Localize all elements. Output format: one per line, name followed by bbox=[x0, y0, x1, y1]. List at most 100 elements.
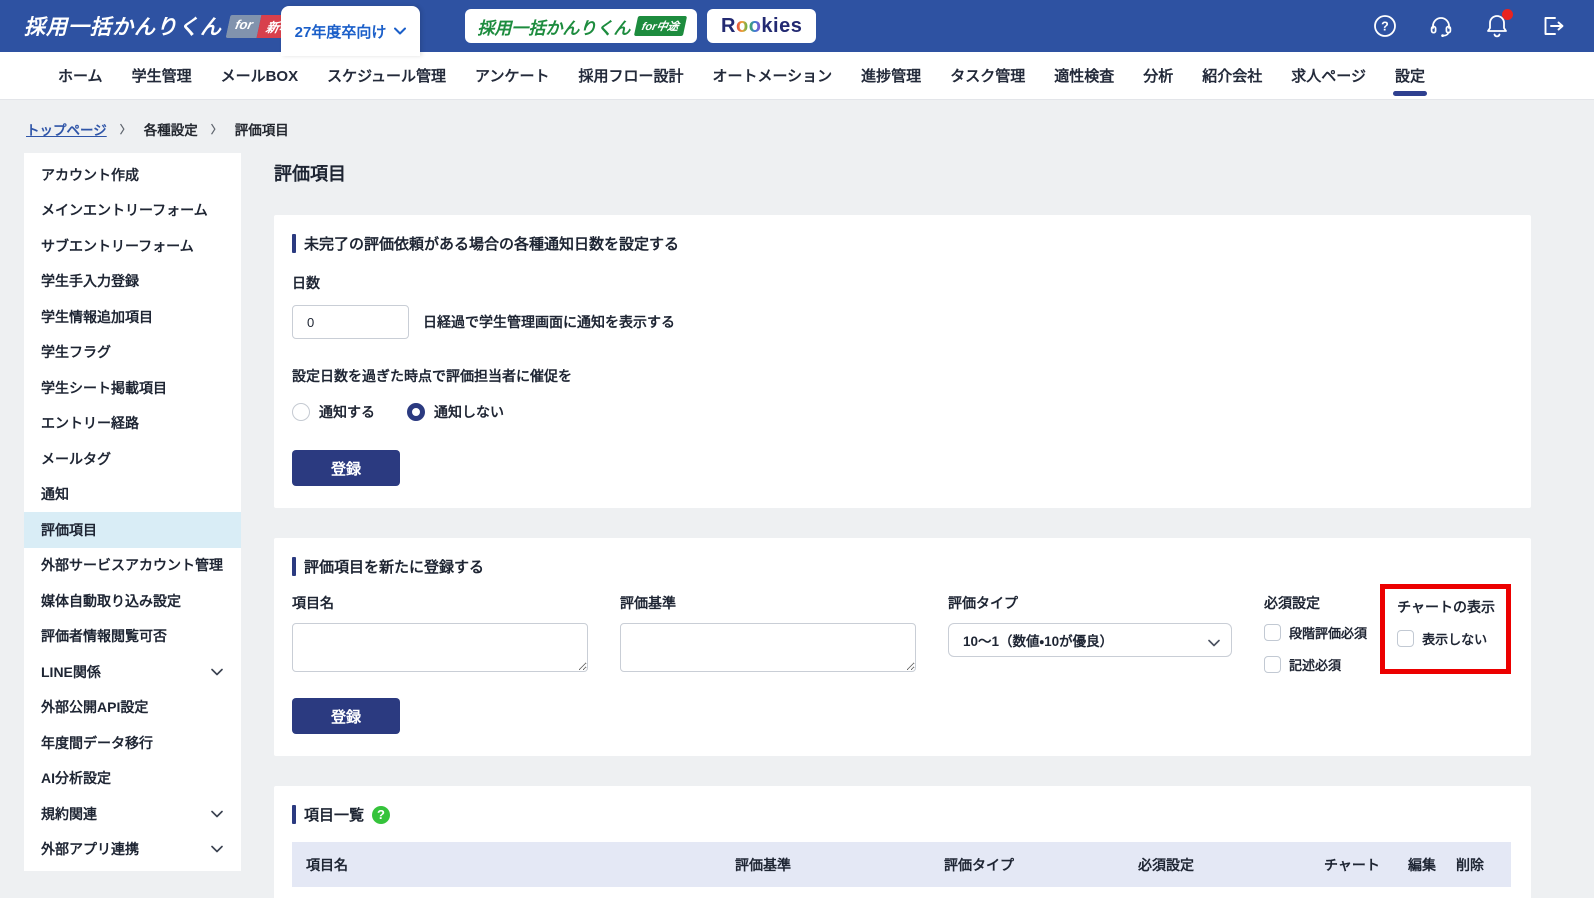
sidebar-item-mail-tags[interactable]: メールタグ bbox=[24, 441, 241, 477]
nav-item-referral[interactable]: 紹介会社 bbox=[1202, 52, 1262, 100]
sidebar-item-ai-analysis[interactable]: AI分析設定 bbox=[24, 761, 241, 797]
checkbox-description-required[interactable]: 記述必須 bbox=[1264, 655, 1379, 674]
chevron-down-icon bbox=[211, 668, 223, 676]
eval-type-label: 評価タイプ bbox=[948, 595, 1018, 611]
header-icon-group: ? bbox=[1372, 9, 1566, 39]
nav-item-mailbox[interactable]: メールBOX bbox=[221, 52, 299, 100]
new-item-submit-button[interactable]: 登録 bbox=[292, 698, 400, 734]
nav-item-aptitude[interactable]: 適性検査 bbox=[1054, 52, 1114, 100]
nav-item-analysis[interactable]: 分析 bbox=[1143, 52, 1173, 100]
sidebar-item-external-accounts[interactable]: 外部サービスアカウント管理 bbox=[24, 548, 241, 584]
top-header: 採用一括かんりくん for 新卒 27年度卒向け 採用一括かんりくん for中途… bbox=[0, 0, 1594, 56]
sidebar-item-external-apps[interactable]: 外部アプリ連携 bbox=[24, 832, 241, 868]
notifications-bell-icon[interactable] bbox=[1484, 9, 1513, 39]
chevron-down-icon bbox=[1208, 635, 1220, 650]
required-settings-label: 必須設定 bbox=[1264, 595, 1320, 611]
sidebar-item-sub-entry-form[interactable]: サブエントリーフォーム bbox=[24, 228, 241, 264]
criteria-textarea[interactable] bbox=[620, 623, 916, 672]
breadcrumb-settings: 各種設定 bbox=[143, 123, 198, 138]
sidebar-item-student-extra-fields[interactable]: 学生情報追加項目 bbox=[24, 299, 241, 335]
sidebar-item-student-flags[interactable]: 学生フラグ bbox=[24, 335, 241, 371]
sidebar-item-notifications[interactable]: 通知 bbox=[24, 477, 241, 513]
item-name-textarea[interactable] bbox=[292, 623, 588, 672]
sidebar-item-student-sheet-fields[interactable]: 学生シート掲載項目 bbox=[24, 370, 241, 406]
nav-item-settings[interactable]: 設定 bbox=[1395, 52, 1425, 100]
checkbox-hide-chart[interactable]: 表示しない bbox=[1397, 629, 1495, 648]
rookies-infinity-mark: oo bbox=[735, 14, 762, 37]
column-eval-type: 評価タイプ bbox=[944, 856, 1014, 873]
nav-item-progress[interactable]: 進捗管理 bbox=[861, 52, 921, 100]
chevron-down-icon bbox=[211, 810, 223, 818]
column-chart: チャート bbox=[1324, 856, 1380, 873]
settings-sidebar: アカウント作成 メインエントリーフォーム サブエントリーフォーム 学生手入力登録… bbox=[24, 153, 241, 871]
breadcrumb-separator: 〉 bbox=[210, 124, 222, 136]
remind-radio-group: 通知する 通知しない bbox=[292, 402, 1511, 422]
criteria-label: 評価基準 bbox=[620, 595, 676, 611]
sidebar-item-account-create[interactable]: アカウント作成 bbox=[24, 157, 241, 193]
nav-item-students[interactable]: 学生管理 bbox=[132, 52, 192, 100]
nav-item-automation[interactable]: オートメーション bbox=[712, 52, 832, 100]
item-name-label: 項目名 bbox=[292, 595, 334, 611]
notification-badge-dot bbox=[1502, 9, 1513, 20]
page-title: 評価項目 bbox=[274, 164, 346, 184]
sidebar-item-year-data-migration[interactable]: 年度間データ移行 bbox=[24, 725, 241, 761]
chevron-down-icon bbox=[211, 845, 223, 853]
remind-label: 設定日数を過ぎた時点で評価担当者に催促を bbox=[292, 368, 572, 384]
breadcrumb-top-page[interactable]: トップページ bbox=[26, 119, 107, 139]
nav-item-flow-design[interactable]: 採用フロー設計 bbox=[578, 52, 683, 100]
days-label: 日数 bbox=[292, 275, 320, 291]
column-criteria: 評価基準 bbox=[735, 856, 791, 873]
radio-no-notify[interactable]: 通知しない bbox=[407, 402, 504, 422]
sidebar-item-evaluation-items[interactable]: 評価項目 bbox=[24, 512, 241, 548]
nav-item-home[interactable]: ホーム bbox=[58, 52, 103, 100]
column-item-name: 項目名 bbox=[306, 856, 348, 873]
main-nav: ホーム 学生管理 メールBOX スケジュール管理 アンケート 採用フロー設計 オ… bbox=[0, 52, 1594, 100]
new-item-heading: 評価項目を新たに登録する bbox=[304, 559, 485, 576]
app-logo-rookies[interactable]: Roo kies bbox=[707, 9, 817, 43]
item-list-heading: 項目一覧 bbox=[304, 807, 365, 824]
svg-text:?: ? bbox=[1381, 19, 1389, 33]
radio-circle-unchecked bbox=[292, 403, 310, 421]
sidebar-item-line[interactable]: LINE関係 bbox=[24, 654, 241, 690]
section-accent-bar bbox=[292, 557, 296, 576]
notify-settings-card: 未完了の評価依頼がある場合の各種通知日数を設定する 日数 日経過で学生管理画面に… bbox=[274, 215, 1531, 508]
sidebar-item-main-entry-form[interactable]: メインエントリーフォーム bbox=[24, 193, 241, 229]
section-accent-bar bbox=[292, 805, 296, 824]
eval-type-select[interactable]: 10〜1（数値・10が優良） bbox=[948, 623, 1232, 657]
checkbox-unchecked bbox=[1397, 630, 1415, 647]
help-icon[interactable]: ? bbox=[1372, 13, 1398, 39]
notify-submit-button[interactable]: 登録 bbox=[292, 450, 400, 486]
app-logo-text: 採用一括かんりくん bbox=[24, 16, 222, 39]
chevron-down-icon bbox=[394, 22, 407, 40]
breadcrumb: トップページ 〉 各種設定 〉 評価項目 bbox=[0, 100, 1594, 153]
app-logo-chuto[interactable]: 採用一括かんりくん for中途 bbox=[465, 9, 698, 43]
chart-display-highlight-box: チャートの表示 表示しない bbox=[1380, 584, 1511, 674]
workspace-year-dropdown[interactable]: 27年度卒向け bbox=[281, 6, 420, 56]
days-input[interactable] bbox=[292, 305, 409, 339]
item-list-table-header: 項目名 評価基準 評価タイプ 必須設定 チャート 編集 削除 bbox=[292, 842, 1511, 887]
radio-circle-checked bbox=[407, 403, 425, 421]
sidebar-item-evaluator-visibility[interactable]: 評価者情報閲覧可否 bbox=[24, 619, 241, 655]
new-item-card: 評価項目を新たに登録する 項目名 評価基準 評価タイプ 10〜1（数値・10が優… bbox=[274, 538, 1531, 756]
checkbox-unchecked bbox=[1264, 656, 1281, 673]
radio-notify[interactable]: 通知する bbox=[292, 402, 375, 422]
nav-item-survey[interactable]: アンケート bbox=[475, 52, 549, 100]
checkbox-stage-required[interactable]: 段階評価必須 bbox=[1264, 623, 1379, 642]
support-headset-icon[interactable] bbox=[1428, 13, 1454, 39]
sidebar-item-public-api[interactable]: 外部公開API設定 bbox=[24, 690, 241, 726]
notify-card-heading: 未完了の評価依頼がある場合の各種通知日数を設定する bbox=[304, 236, 680, 253]
checkbox-unchecked bbox=[1264, 624, 1281, 641]
list-help-icon[interactable]: ? bbox=[372, 805, 391, 824]
app-logo-shinsotsu[interactable]: 採用一括かんりくん for 新卒 bbox=[24, 11, 302, 41]
sidebar-item-terms[interactable]: 規約関連 bbox=[24, 796, 241, 832]
logout-icon[interactable] bbox=[1540, 13, 1566, 39]
nav-item-schedule[interactable]: スケジュール管理 bbox=[327, 52, 446, 100]
sidebar-item-media-import[interactable]: 媒体自動取り込み設定 bbox=[24, 583, 241, 619]
breadcrumb-separator: 〉 bbox=[119, 124, 131, 136]
sidebar-item-manual-register[interactable]: 学生手入力登録 bbox=[24, 264, 241, 300]
nav-item-jobpage[interactable]: 求人ページ bbox=[1291, 52, 1366, 100]
nav-item-tasks[interactable]: タスク管理 bbox=[950, 52, 1025, 100]
sidebar-item-entry-route[interactable]: エントリー経路 bbox=[24, 406, 241, 442]
column-delete: 削除 bbox=[1456, 856, 1484, 873]
chart-display-label: チャートの表示 bbox=[1397, 599, 1495, 615]
